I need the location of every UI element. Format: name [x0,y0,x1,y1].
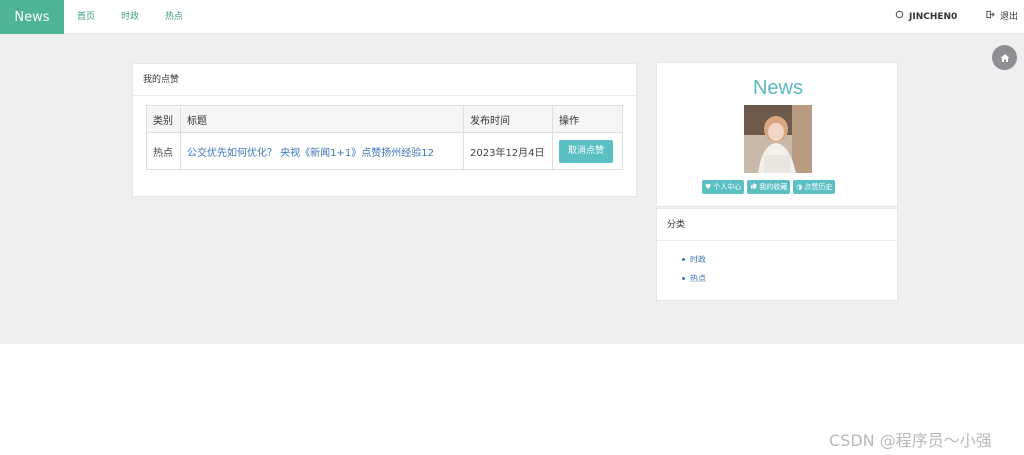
heart-icon: ♥ [705,183,712,191]
username: JINCHEN0 [909,12,958,22]
category-panel: 分类 时政 热点 [656,208,898,301]
column-header: 标题 [180,105,464,133]
cell-title: 公交优先如何优化？ 央视《新闻1+1》点赞扬州经验12 [180,132,464,170]
cell-date: 2023年12月4日 [463,132,553,170]
table-header-row: 类别 标题 发布时间 操作 [146,105,623,133]
pill-label: 我的收藏 [759,183,788,191]
cancel-like-button[interactable]: 取消点赞 [559,139,614,163]
column-header: 操作 [552,105,623,133]
profile-title: News [752,77,803,99]
column-header: 发布时间 [463,105,553,133]
category-item-politics[interactable]: 时政 [682,250,897,269]
pill-label: 个人中心 [713,183,742,191]
logout-icon [986,0,995,34]
my-likes-panel: 我的点赞 类别 标题 发布时间 操作 热点 公交优先如何优化？ 央视《新闻1+1… [132,63,637,197]
like-history-button[interactable]: ◑ 点赞历史 [793,180,836,194]
brand-logo[interactable]: News [0,0,64,34]
top-navbar: News 首页 时政 热点 JINCHEN0 退出 [0,0,1024,34]
half-circle-icon: ◑ [796,183,803,191]
profile-panel: News ♥ 个人中心 我的收藏 ◑ 点赞历史 [656,62,898,207]
table-row: 热点 公交优先如何优化？ 央视《新闻1+1》点赞扬州经验12 2023年12月4… [146,132,623,170]
pill-label: 点赞历史 [804,183,833,191]
panel-title: 分类 [657,209,897,241]
home-icon[interactable] [992,45,1017,70]
watermark: CSDN @程序员～小强 [829,431,992,450]
nav-link-home[interactable]: 首页 [77,0,95,34]
news-title-link[interactable]: 公交优先如何优化？ 央视《新闻1+1》点赞扬州经验12 [187,148,434,159]
logout-label: 退出 [1000,12,1019,22]
category-list: 时政 热点 [657,241,897,288]
panel-title: 我的点赞 [133,64,636,96]
my-favorites-button[interactable]: 我的收藏 [747,180,791,194]
column-header: 类别 [146,105,181,133]
nav-link-politics[interactable]: 时政 [121,0,139,34]
user-icon [895,0,904,34]
cell-action: 取消点赞 [552,132,623,170]
logout-button[interactable]: 退出 [986,0,1018,34]
profile-links: ♥ 个人中心 我的收藏 ◑ 点赞历史 [702,180,836,194]
cell-category: 热点 [146,132,181,170]
category-item-hot[interactable]: 热点 [682,269,897,288]
likes-table: 类别 标题 发布时间 操作 热点 公交优先如何优化？ 央视《新闻1+1》点赞扬州… [146,105,623,170]
nav-link-hot[interactable]: 热点 [165,0,183,34]
user-menu[interactable]: JINCHEN0 [895,0,957,34]
personal-center-button[interactable]: ♥ 个人中心 [702,180,745,194]
avatar [744,105,812,173]
thumbs-up-icon [750,180,757,194]
